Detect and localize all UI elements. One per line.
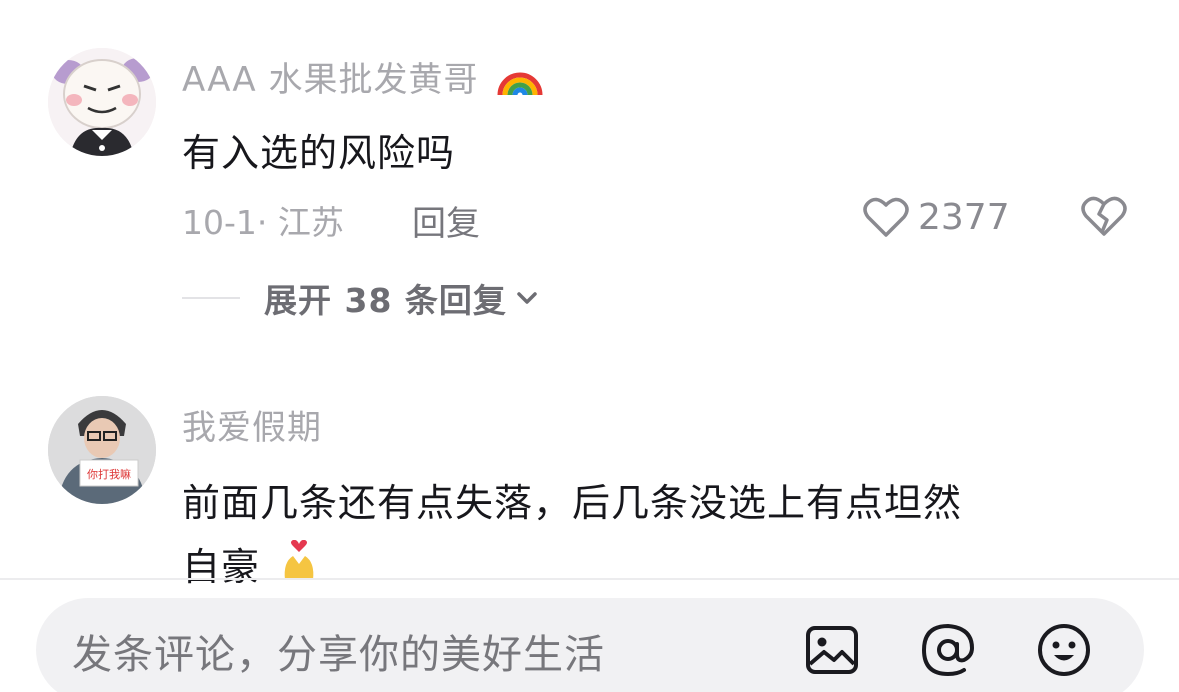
comment-item: 你打我嘛 我爱假期 前面几条还有点失落，后几条没选上有点坦然 自豪: [0, 0, 1179, 589]
emoji-icon[interactable]: [1036, 622, 1092, 678]
comment-input[interactable]: 发条评论，分享你的美好生活: [72, 622, 605, 680]
username[interactable]: 我爱假期: [182, 400, 322, 449]
image-icon[interactable]: [804, 622, 860, 678]
divider: [0, 578, 1179, 580]
comment-text-line: 前面几条还有点失落，后几条没选上有点坦然: [182, 481, 963, 525]
avatar[interactable]: 你打我嘛: [48, 396, 156, 504]
avatar-image: 你打我嘛: [48, 396, 156, 504]
avatar-sign-text: 你打我嘛: [87, 467, 131, 481]
comment-text-line: 自豪: [182, 536, 319, 591]
at-icon[interactable]: [920, 622, 976, 678]
comment-input-bar[interactable]: 发条评论，分享你的美好生活: [36, 598, 1144, 692]
